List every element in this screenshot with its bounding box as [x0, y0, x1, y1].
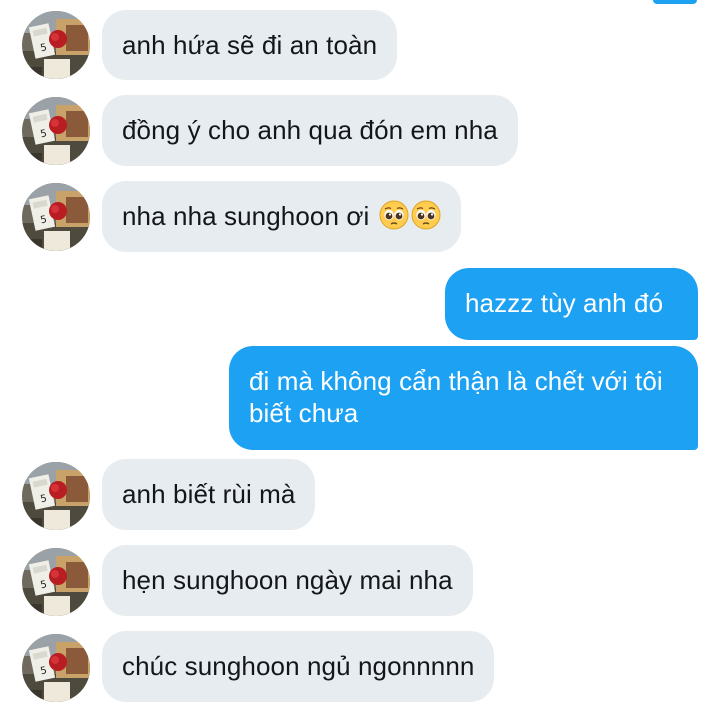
message-text: hẹn sunghoon ngày mai nha [122, 565, 453, 595]
avatar[interactable] [22, 548, 90, 616]
avatar[interactable] [22, 462, 90, 530]
message-text: anh hứa sẽ đi an toàn [122, 30, 378, 60]
message-text: nha nha sunghoon ơi [122, 201, 370, 231]
outgoing-bubble-edge [653, 0, 697, 4]
avatar[interactable] [22, 183, 90, 251]
message-text: anh biết rùi mà [122, 479, 296, 509]
message-text: đi mà không cẩn thận là chết với tôi biế… [249, 366, 663, 428]
message-row: đồng ý cho anh qua đón em nha [0, 95, 719, 166]
message-bubble-incoming[interactable]: đồng ý cho anh qua đón em nha [102, 95, 518, 166]
pleading-face-icon [411, 200, 441, 230]
pleading-face-icon [379, 200, 409, 230]
message-bubble-incoming[interactable]: anh hứa sẽ đi an toàn [102, 10, 398, 80]
avatar[interactable] [22, 11, 90, 79]
message-row: hẹn sunghoon ngày mai nha [0, 545, 719, 616]
message-text: chúc sunghoon ngủ ngonnnnn [122, 651, 475, 681]
avatar[interactable] [22, 634, 90, 702]
message-bubble-outgoing[interactable]: đi mà không cẩn thận là chết với tôi biế… [229, 346, 698, 450]
message-text: đồng ý cho anh qua đón em nha [122, 115, 498, 145]
message-bubble-outgoing[interactable]: hazzz tùy anh đó [445, 268, 698, 340]
message-row: anh hứa sẽ đi an toàn [0, 10, 719, 80]
message-bubble-incoming[interactable]: anh biết rùi mà [102, 459, 316, 530]
message-row: anh biết rùi mà [0, 459, 719, 530]
message-bubble-incoming[interactable]: nha nha sunghoon ơi [102, 181, 461, 252]
message-bubble-incoming[interactable]: hẹn sunghoon ngày mai nha [102, 545, 473, 616]
message-row: đi mà không cẩn thận là chết với tôi biế… [0, 346, 719, 450]
message-row: chúc sunghoon ngủ ngonnnnn [0, 631, 719, 702]
avatar[interactable] [22, 97, 90, 165]
message-row: nha nha sunghoon ơi [0, 181, 719, 252]
message-row: hazzz tùy anh đó [0, 268, 719, 340]
message-bubble-incoming[interactable]: chúc sunghoon ngủ ngonnnnn [102, 631, 495, 702]
message-text: hazzz tùy anh đó [465, 288, 664, 318]
